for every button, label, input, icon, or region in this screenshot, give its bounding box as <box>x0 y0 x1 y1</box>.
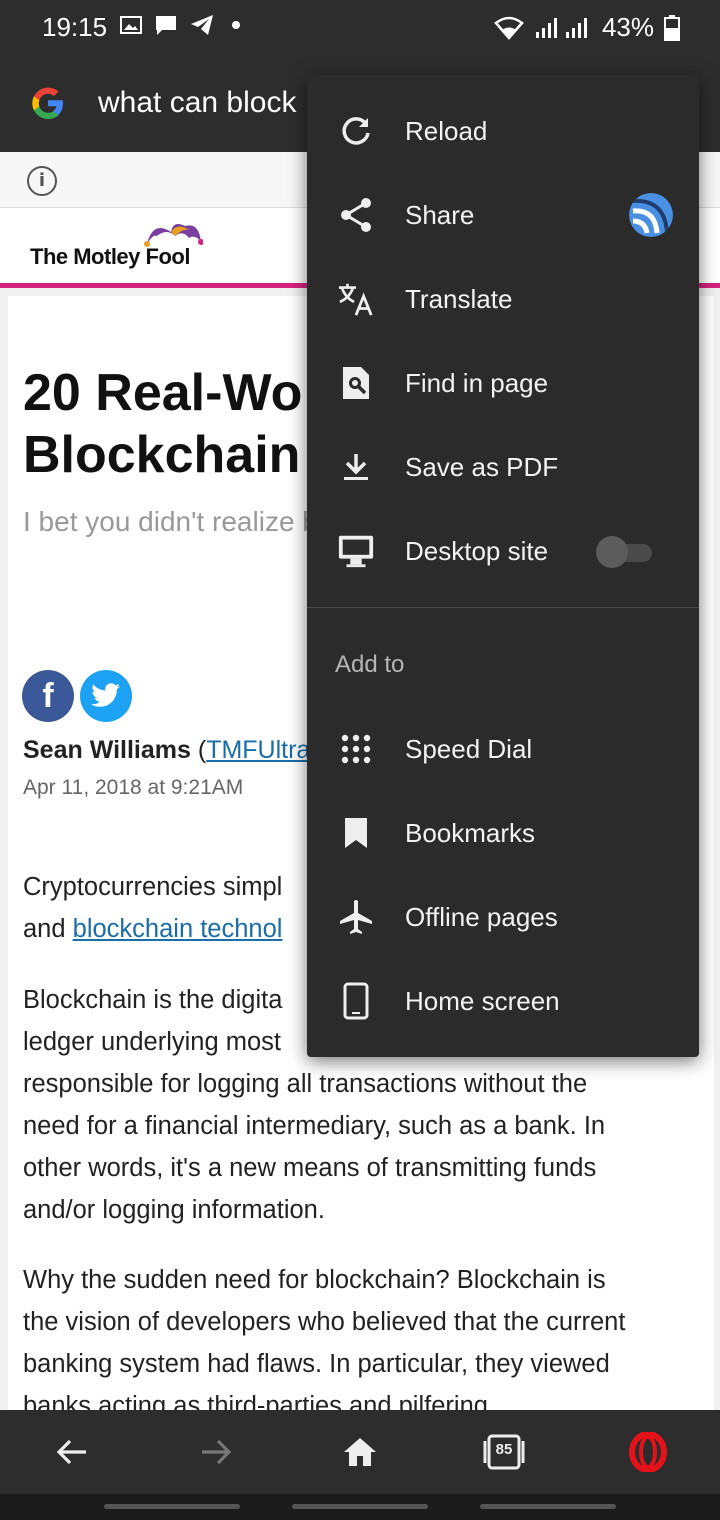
telegram-icon <box>191 15 213 35</box>
forward-arrow-icon <box>202 1439 232 1465</box>
menu-label: Save as PDF <box>405 451 559 482</box>
facebook-icon[interactable]: f <box>22 670 74 722</box>
paragraph-line: banking system had flaws. In particular,… <box>23 1350 610 1378</box>
signal-icon <box>535 17 587 38</box>
paragraph-line: responsible for logging all transactions… <box>23 1070 588 1098</box>
menu-item-speed-dial[interactable]: Speed Dial <box>307 707 699 791</box>
google-icon <box>32 87 63 119</box>
url-field[interactable]: what can block <box>98 86 296 120</box>
overflow-menu: Reload Share Translate Find in page Save… <box>307 75 699 1057</box>
airplane-icon <box>337 898 375 936</box>
gallery-icon <box>120 16 142 34</box>
gesture-line[interactable] <box>104 1504 240 1509</box>
paragraph-text: and <box>23 915 73 943</box>
author-paren: ( <box>197 736 207 764</box>
message-icon <box>156 16 176 35</box>
notification-icons <box>120 14 240 36</box>
author-name[interactable]: Sean Williams <box>23 736 191 764</box>
phone-icon <box>337 982 375 1020</box>
menu-section-add-to: Add to <box>335 651 405 678</box>
status-bar: 19:15 43% <box>0 0 720 56</box>
toggle-thumb <box>596 536 628 568</box>
dot-icon <box>232 21 240 29</box>
menu-item-find-in-page[interactable]: Find in page <box>307 341 699 425</box>
social-buttons: f <box>22 670 132 722</box>
tabs-button[interactable]: 85 <box>482 1430 526 1474</box>
info-icon[interactable]: i <box>27 166 57 196</box>
blockchain-link[interactable]: blockchain technol <box>73 915 283 943</box>
find-in-page-icon <box>337 364 375 402</box>
paragraph-line: other words, it's a new means of transmi… <box>23 1154 597 1182</box>
paragraph-3: Why the sudden need for blockchain? Bloc… <box>23 1259 693 1410</box>
share-app-icon[interactable] <box>629 193 673 237</box>
paragraph-line: banks acting as third-parties and pilfer… <box>23 1392 488 1410</box>
menu-divider <box>307 607 699 608</box>
opera-icon <box>629 1432 667 1472</box>
menu-label: Desktop site <box>405 535 549 566</box>
menu-label: Home screen <box>405 985 560 1016</box>
menu-label: Reload <box>405 115 488 146</box>
menu-label: Share <box>405 199 475 230</box>
back-button[interactable] <box>50 1430 94 1474</box>
menu-item-save-as-pdf[interactable]: Save as PDF <box>307 425 699 509</box>
tabs-count: 85 <box>495 1441 513 1458</box>
battery-percent: 43% <box>601 12 654 42</box>
menu-item-share[interactable]: Share <box>307 173 699 257</box>
share-icon <box>337 196 375 234</box>
gesture-bar <box>0 1494 720 1520</box>
menu-item-offline-pages[interactable]: Offline pages <box>307 875 699 959</box>
paragraph-line: the vision of developers who believed th… <box>23 1308 626 1336</box>
bottom-navigation: 85 <box>0 1410 720 1494</box>
status-right: 43% <box>494 12 680 43</box>
menu-item-home-screen[interactable]: Home screen <box>307 959 699 1043</box>
battery-icon <box>664 14 680 41</box>
speed-dial-icon <box>337 730 375 768</box>
bookmark-icon <box>337 814 375 852</box>
site-logo[interactable]: The Motley Fool <box>30 244 190 270</box>
paragraph-line: and/or logging information. <box>23 1196 325 1224</box>
menu-label: Translate <box>405 283 513 314</box>
menu-item-bookmarks[interactable]: Bookmarks <box>307 791 699 875</box>
menu-item-translate[interactable]: Translate <box>307 257 699 341</box>
author-line: Sean Williams (TMFUltraL <box>23 736 324 765</box>
forward-button[interactable] <box>194 1430 238 1474</box>
paragraph-line: Why the sudden need for blockchain? Bloc… <box>23 1266 606 1294</box>
desktop-icon <box>337 532 375 570</box>
home-button[interactable] <box>338 1430 382 1474</box>
gesture-line[interactable] <box>292 1504 428 1509</box>
menu-label: Bookmarks <box>405 817 536 848</box>
reload-icon <box>337 112 375 150</box>
menu-item-reload[interactable]: Reload <box>307 89 699 173</box>
article-date: Apr 11, 2018 at 9:21AM <box>23 776 244 799</box>
article-subhead: I bet you didn't realize b <box>23 506 318 537</box>
menu-label: Offline pages <box>405 901 558 932</box>
wifi-icon <box>494 16 524 40</box>
menu-label: Find in page <box>405 367 549 398</box>
download-icon <box>337 448 375 486</box>
gesture-line[interactable] <box>480 1504 616 1509</box>
home-icon <box>344 1438 376 1466</box>
paragraph-line: need for a financial intermediary, such … <box>23 1112 606 1140</box>
back-arrow-icon <box>56 1439 86 1465</box>
menu-item-desktop-site[interactable]: Desktop site <box>307 509 699 593</box>
opera-menu-button[interactable] <box>626 1430 670 1474</box>
status-time: 19:15 <box>42 12 108 42</box>
translate-icon <box>337 280 375 318</box>
twitter-icon[interactable] <box>80 670 132 722</box>
desktop-site-toggle[interactable] <box>596 536 652 568</box>
menu-label: Speed Dial <box>405 733 533 764</box>
